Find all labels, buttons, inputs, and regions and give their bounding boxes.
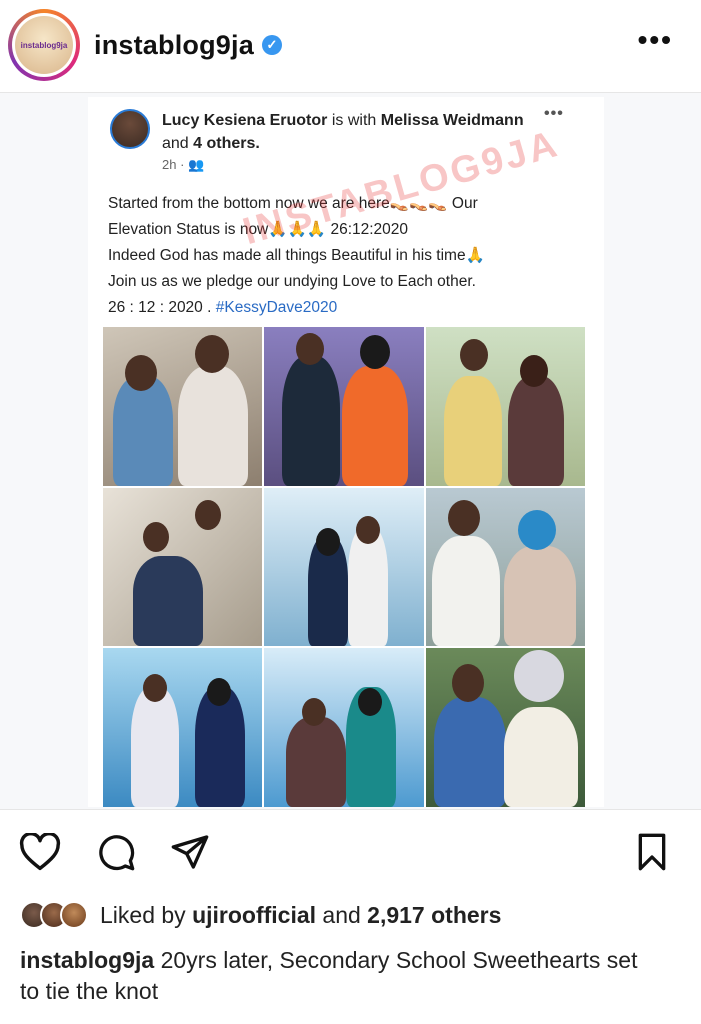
liker-avatar <box>60 901 88 929</box>
likes-summary[interactable]: Liked by ujiroofficial and 2,917 others <box>20 898 501 932</box>
fb-line-5: 26 : 12 : 2020 . #KessyDave2020 <box>108 295 578 321</box>
fb-tagged-name: Melissa Weidmann <box>380 112 524 129</box>
fb-time-text: 2h <box>162 157 177 172</box>
share-paper-plane-icon[interactable] <box>168 830 212 874</box>
photo-2 <box>264 327 424 486</box>
avatar-image: instablog9ja <box>15 16 73 74</box>
fb-author-name: Lucy Kesiena Eruotor <box>162 112 328 129</box>
avatar-frame: instablog9ja <box>12 13 76 77</box>
more-options-button[interactable]: ••• <box>638 26 673 54</box>
post-caption: instablog9ja 20yrs later, Secondary Scho… <box>20 945 660 1007</box>
likes-count[interactable]: 2,917 others <box>367 902 501 928</box>
fb-author-line: Lucy Kesiena Eruotor is with Melissa Wei… <box>162 109 542 155</box>
fb-more-icon: ••• <box>544 105 564 122</box>
like-heart-icon[interactable] <box>18 830 62 874</box>
post-media[interactable]: Lucy Kesiena Eruotor is with Melissa Wei… <box>0 92 701 810</box>
friends-icon: 👥 <box>188 157 205 172</box>
photo-9 <box>425 648 585 807</box>
post-username[interactable]: instablog9ja <box>94 30 254 61</box>
fb-date: 26 : 12 : 2020 . <box>108 299 216 316</box>
caption-username[interactable]: instablog9ja <box>20 947 154 973</box>
liked-by-username[interactable]: ujiroofficial <box>192 902 316 928</box>
photo-5 <box>264 487 424 647</box>
fb-post-text: Started from the bottom now we are here👡… <box>108 191 578 321</box>
fb-others: 4 others. <box>193 135 260 152</box>
action-bar <box>0 826 701 878</box>
bookmark-save-icon[interactable] <box>630 830 674 874</box>
post-header: instablog9ja instablog9ja ✓ ••• <box>0 0 701 90</box>
likes-text: Liked by ujiroofficial and 2,917 others <box>100 902 501 929</box>
comment-bubble-icon[interactable] <box>94 830 138 874</box>
photo-8 <box>264 648 424 807</box>
fb-with-text: is with <box>331 112 377 129</box>
fb-line-1: Started from the bottom now we are here👡… <box>108 195 478 212</box>
likes-middle: and <box>322 901 361 928</box>
verified-badge-icon: ✓ <box>261 35 282 55</box>
fb-hashtag: #KessyDave2020 <box>215 299 338 316</box>
avatar[interactable]: instablog9ja <box>8 9 80 81</box>
photo-3 <box>425 327 585 486</box>
photo-6 <box>425 487 585 647</box>
fb-author-avatar <box>110 109 150 149</box>
likes-prefix: Liked by <box>100 901 186 928</box>
photo-collage <box>103 327 585 807</box>
fb-line-3: Indeed God has made all things Beautiful… <box>108 247 485 264</box>
photo-1 <box>103 327 263 486</box>
fb-and-text: and <box>162 135 189 152</box>
fb-line-2: Elevation Status is now🙏🙏🙏 26:12:2020 <box>108 221 409 238</box>
fb-timestamp: 2h · 👥 <box>162 157 205 172</box>
fb-line-4: Join us as we pledge our undying Love to… <box>108 273 476 290</box>
photo-7 <box>103 648 263 807</box>
avatar-logo-text: instablog9ja <box>20 40 68 50</box>
photo-4 <box>103 487 263 647</box>
screenshot-facebook-post: Lucy Kesiena Eruotor is with Melissa Wei… <box>88 97 604 807</box>
